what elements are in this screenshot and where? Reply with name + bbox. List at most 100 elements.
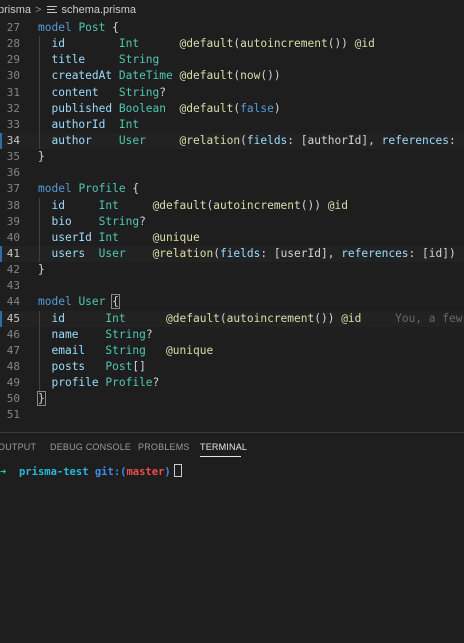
code-line[interactable]: 45 id Int @default(autoincrement()) @id … bbox=[0, 310, 464, 327]
code-line[interactable]: 51 bbox=[0, 407, 464, 423]
code-text: } bbox=[38, 149, 45, 165]
code-token: createdAt bbox=[51, 69, 113, 83]
code-token: fields bbox=[219, 246, 261, 260]
tab-terminal[interactable]: TERMINAL bbox=[200, 442, 247, 452]
code-line[interactable]: 30 createdAt DateTime @default(now()) bbox=[0, 68, 464, 85]
code-line[interactable]: 38 id Int @default(autoincrement()) @id bbox=[0, 197, 464, 214]
code-token: { bbox=[105, 21, 119, 34]
code-token: String bbox=[105, 327, 146, 341]
line-number: 42 bbox=[6, 263, 20, 277]
code-line[interactable]: 49 profile Profile? bbox=[0, 375, 464, 392]
code-token: Int bbox=[98, 230, 119, 244]
breadcrumb-folder[interactable]: prisma bbox=[0, 4, 31, 16]
code-token: autoincrement bbox=[240, 37, 328, 51]
line-number: 49 bbox=[6, 376, 20, 390]
code-token: [] bbox=[132, 359, 146, 373]
code-token: String bbox=[118, 85, 160, 99]
code-token: posts bbox=[51, 359, 86, 373]
code-line[interactable]: 27 model Post { bbox=[0, 20, 464, 36]
tab-output[interactable]: OUTPUT bbox=[0, 442, 36, 452]
code-token: false bbox=[240, 101, 274, 115]
code-token: Profile bbox=[78, 182, 126, 196]
code-text: } bbox=[37, 391, 46, 407]
code-line[interactable]: 32 published Boolean @default(false) bbox=[0, 100, 464, 117]
code-token: authorId bbox=[51, 117, 106, 131]
code-token: User bbox=[78, 295, 106, 309]
code-line[interactable]: 33 authorId Int bbox=[0, 116, 464, 133]
code-line[interactable]: 48 posts Post[] bbox=[0, 358, 464, 376]
line-number: 29 bbox=[6, 53, 20, 67]
code-line[interactable]: 37 model Profile { bbox=[0, 181, 464, 197]
code-line[interactable]: 40 userId Int @unique bbox=[0, 229, 464, 246]
code-token: DateTime bbox=[118, 69, 173, 83]
code-token: @default bbox=[152, 198, 207, 212]
code-token: Boolean bbox=[118, 101, 167, 115]
code-token: String bbox=[118, 53, 160, 67]
code-line[interactable]: 28 id Int @default(autoincrement()) @id bbox=[0, 36, 464, 53]
code-line[interactable]: 46 name String? bbox=[0, 326, 464, 343]
code-line[interactable]: 35} bbox=[0, 149, 464, 165]
code-line[interactable]: 36 bbox=[0, 165, 464, 181]
code-line[interactable]: 39 bio String? bbox=[0, 213, 464, 230]
code-token: @default bbox=[179, 101, 234, 115]
code-line[interactable]: 29 title String bbox=[0, 52, 464, 69]
code-token: Post bbox=[78, 21, 106, 34]
code-line[interactable]: 44 model User { bbox=[0, 294, 464, 310]
code-token: id bbox=[51, 37, 65, 51]
prompt-git-branch: master bbox=[126, 466, 165, 478]
code-line[interactable]: 43 bbox=[0, 278, 464, 294]
line-number: 46 bbox=[6, 327, 20, 341]
breadcrumb-file[interactable]: schema.prisma bbox=[61, 4, 136, 16]
code-text: model Profile { bbox=[38, 181, 139, 197]
code-text: model User { bbox=[38, 294, 120, 310]
code-token: @relation bbox=[179, 133, 241, 147]
code-token: String bbox=[98, 214, 140, 228]
code-token: users bbox=[51, 246, 86, 260]
code-token: email bbox=[51, 343, 86, 357]
active-tab-indicator bbox=[200, 456, 241, 457]
line-number: 32 bbox=[6, 101, 20, 115]
tab-problems[interactable]: PROBLEMS bbox=[138, 442, 190, 452]
code-editor[interactable]: 27 model Post {28 id Int @default(autoinc… bbox=[0, 20, 464, 428]
line-number: 40 bbox=[6, 230, 20, 244]
prompt-arrow-icon: ➜ bbox=[0, 466, 7, 478]
code-text: profile Profile? bbox=[38, 375, 159, 391]
code-token: : [userId], bbox=[260, 246, 342, 260]
code-text: email String @unique bbox=[38, 343, 213, 359]
code-token: ? bbox=[139, 214, 146, 228]
code-token: @unique bbox=[152, 230, 200, 244]
code-line[interactable]: 50} bbox=[0, 391, 464, 407]
tab-debug-console[interactable]: DEBUG CONSOLE bbox=[50, 442, 131, 452]
code-token: : [id]) bbox=[408, 246, 456, 260]
code-line[interactable]: 42} bbox=[0, 262, 464, 278]
code-token: ? bbox=[159, 85, 167, 99]
code-line[interactable]: 47 email String @unique bbox=[0, 342, 464, 359]
code-token: autoincrement bbox=[213, 198, 301, 212]
code-token: id bbox=[51, 198, 65, 212]
code-line[interactable]: 34 author User @relation(fields: [author… bbox=[0, 132, 464, 150]
code-line[interactable]: 31 content String? bbox=[0, 84, 464, 101]
code-token: } bbox=[38, 150, 45, 164]
terminal[interactable]: ➜ prisma-test git:(master) bbox=[0, 460, 464, 643]
code-line[interactable]: 41 users User @relation(fields: [userId]… bbox=[0, 245, 464, 263]
code-token: model bbox=[38, 21, 72, 34]
terminal-prompt-line: ➜ prisma-test git:(master) bbox=[0, 464, 182, 478]
line-number: 36 bbox=[6, 166, 20, 180]
